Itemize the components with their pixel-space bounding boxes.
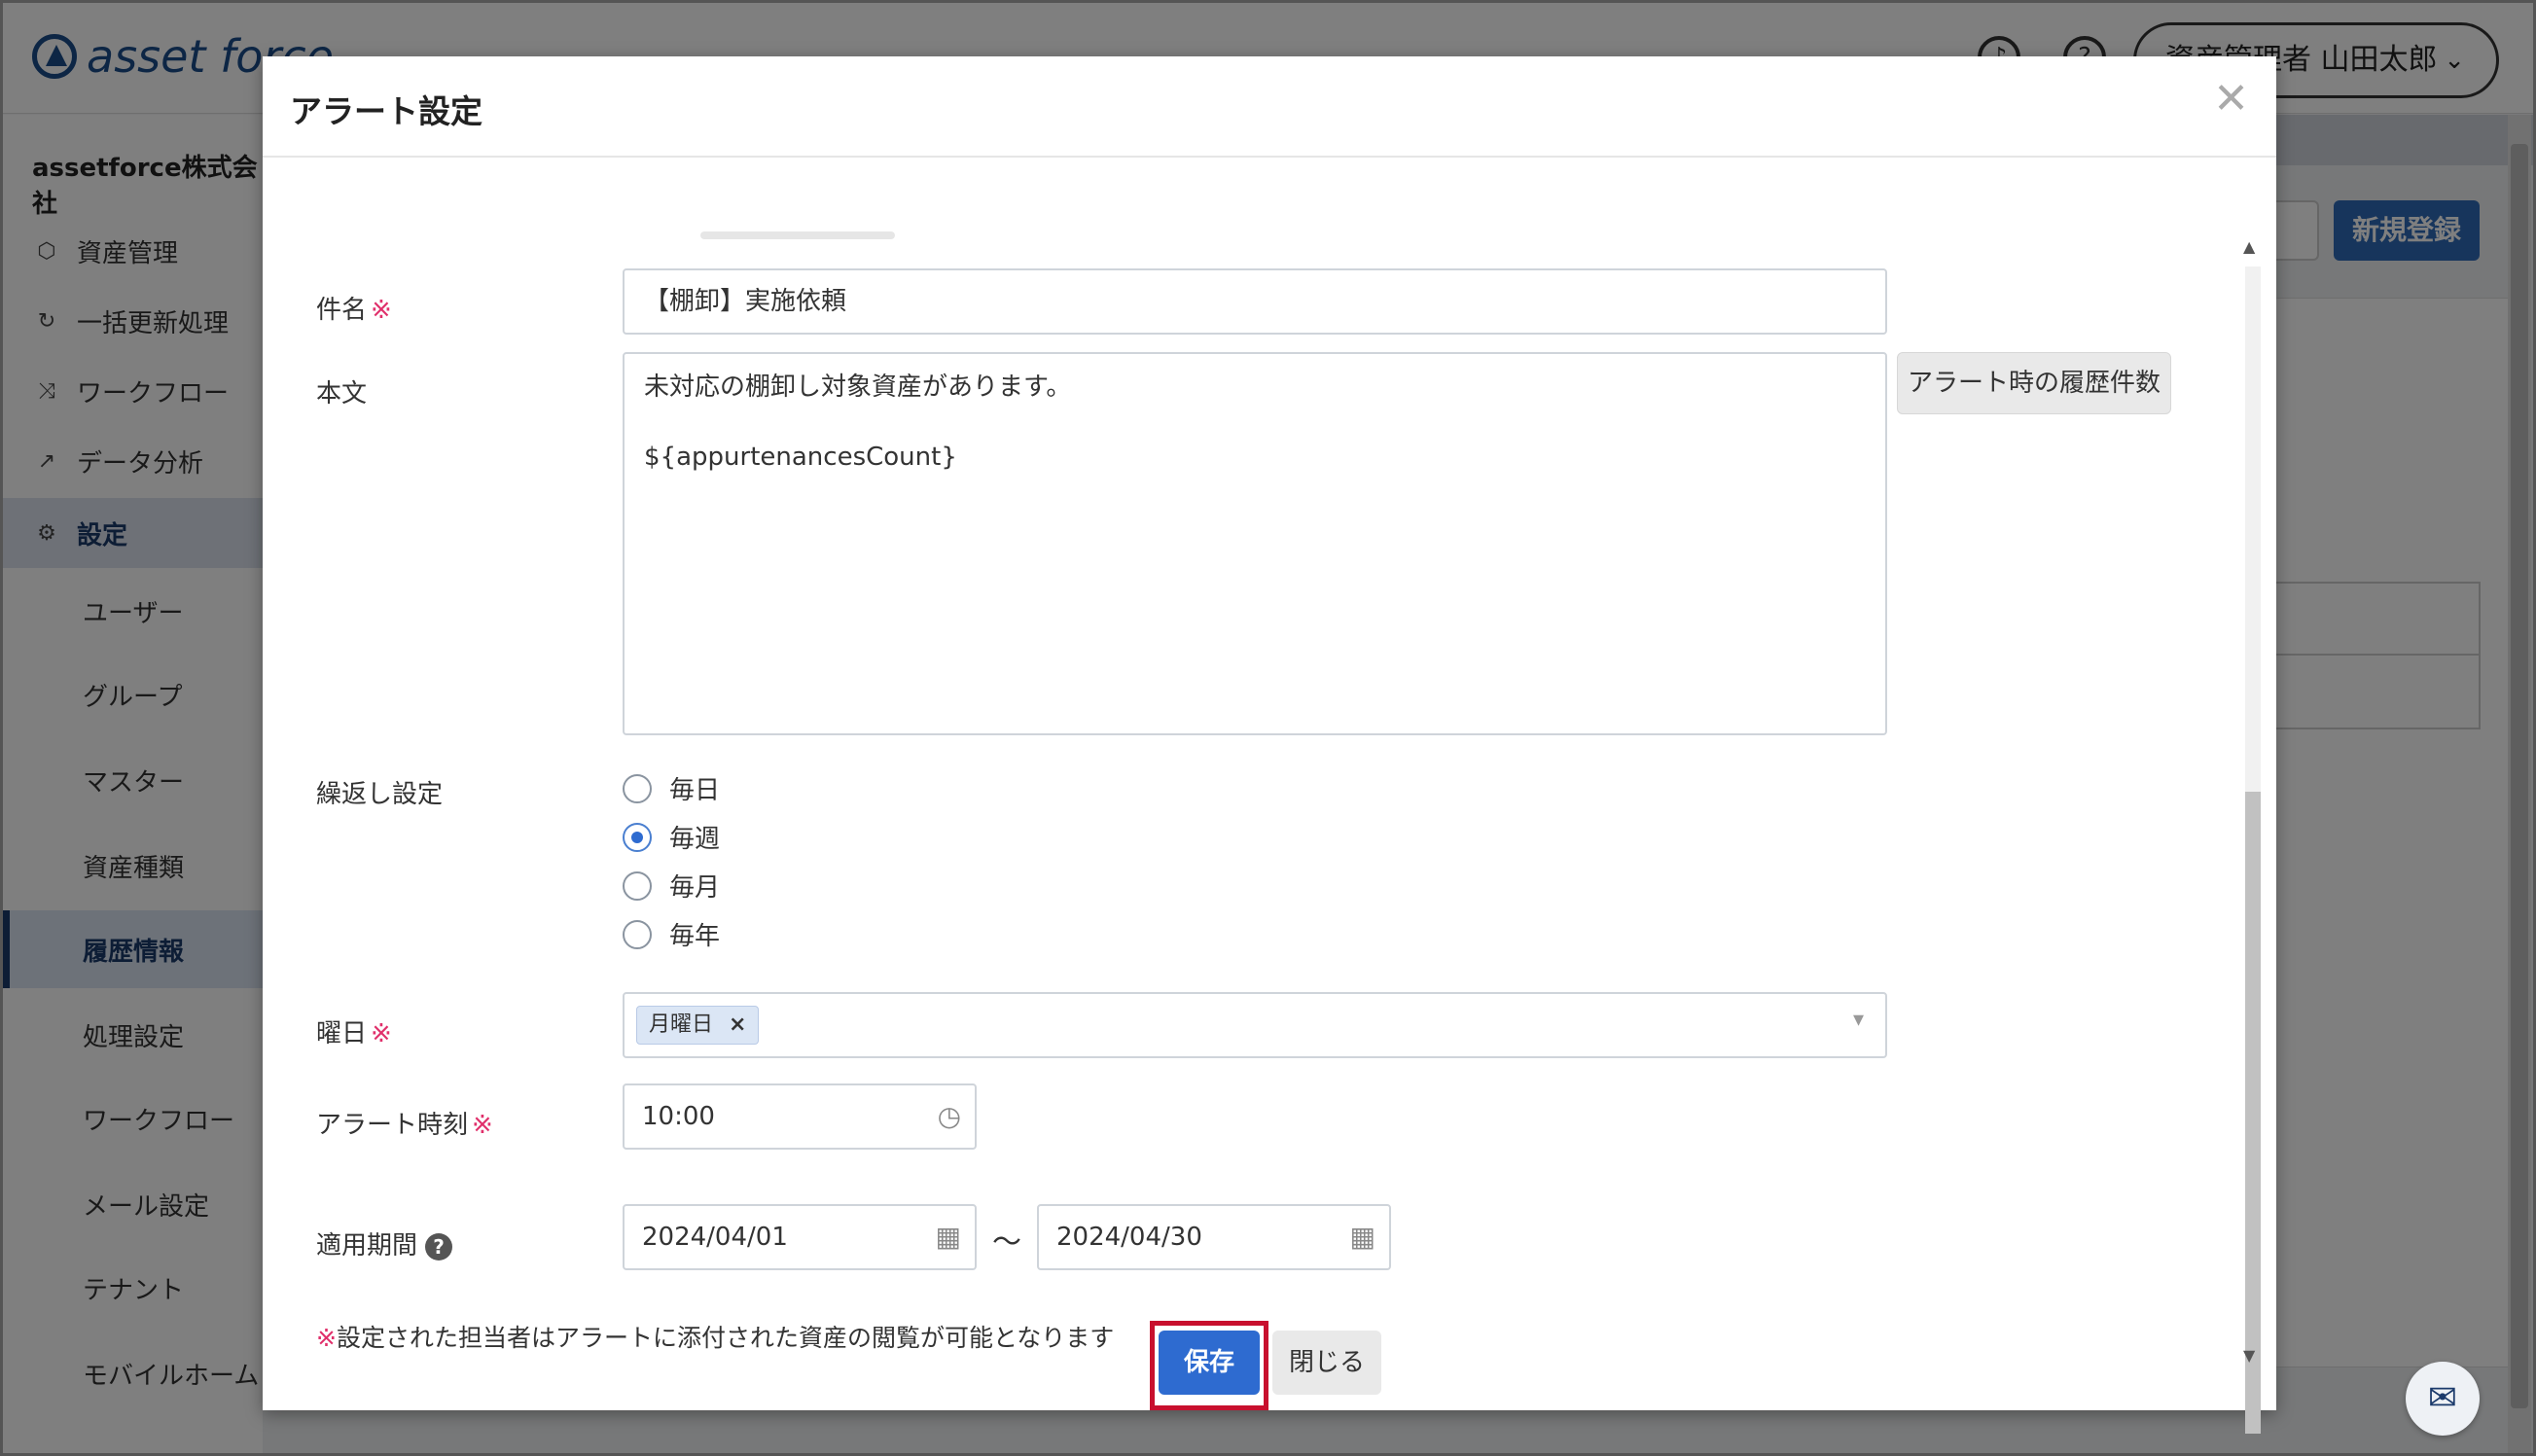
radio-checked[interactable] [623,822,652,852]
weekday-select[interactable]: 月曜日 × ▾ [623,992,1887,1058]
radio-unchecked[interactable] [623,870,652,901]
chat-icon[interactable]: ✉ [2406,1362,2480,1436]
required-mark: ※ [371,1019,392,1048]
radio-unchecked[interactable] [623,773,652,803]
repeat-option-yearly[interactable]: 毎年 [623,916,720,952]
history-count-button[interactable]: アラート時の履歴件数 [1897,352,2171,414]
period-label: 適用期間? [316,1225,453,1261]
required-mark: ※ [371,296,392,325]
close-icon[interactable]: ✕ [2213,78,2249,121]
period-start-value: 2024/04/01 [642,1223,788,1252]
modal-header: アラート設定 ✕ [263,56,2276,158]
subject-input[interactable]: 【棚卸】実施依頼 [623,268,1887,335]
subject-label: 件名 ※ [316,290,392,326]
modal-footer: 保存 閉じる [263,1321,2276,1410]
body-textarea[interactable]: 未対応の棚卸し対象資産があります。 ${appurtenancesCount} [623,352,1887,735]
repeat-option-label: 毎月 [669,873,721,903]
calendar-icon[interactable]: ▦ [1350,1206,1375,1268]
period-end-value: 2024/04/30 [1056,1223,1202,1252]
period-label-text: 適用期間 [316,1231,418,1261]
save-button[interactable]: 保存 [1159,1331,1260,1395]
weekday-chip-label: 月曜日 [649,1012,714,1037]
period-separator: 〜 [992,1225,1021,1260]
alert-time-label-text: アラート時刻 [316,1111,469,1140]
alert-time-input[interactable]: 10:00 ◷ [623,1083,977,1150]
alert-settings-modal: アラート設定 ✕ ▲ ▼ 件名 ※ 【棚卸】実施依頼 本文 未対応の棚卸し対象資産… [263,56,2276,1434]
period-end-input[interactable]: 2024/04/30 ▦ [1037,1204,1391,1270]
required-mark: ※ [472,1111,493,1140]
repeat-label: 繰返し設定 [316,780,444,809]
repeat-option-daily[interactable]: 毎日 [623,770,720,806]
modal-body: ▲ ▼ 件名 ※ 【棚卸】実施依頼 本文 未対応の棚卸し対象資産があります。 ${… [263,158,2276,1434]
close-button[interactable]: 閉じる [1272,1331,1381,1395]
period-start-input[interactable]: 2024/04/01 ▦ [623,1204,977,1270]
repeat-option-label: 毎年 [669,922,721,951]
scroll-up-icon[interactable]: ▲ [2243,237,2255,256]
weekday-label-text: 曜日 [316,1019,368,1048]
modal-scrollbar[interactable]: ▲ ▼ [2237,237,2267,1434]
scrolled-element-edge [700,231,895,239]
weekday-label: 曜日 ※ [316,1013,392,1049]
dropdown-caret-icon[interactable]: ▾ [1853,1008,1864,1032]
modal-title: アラート設定 [290,92,482,130]
alert-time-value: 10:00 [642,1102,715,1131]
subject-label-text: 件名 [316,296,368,325]
weekday-chip: 月曜日 × [636,1006,760,1045]
repeat-option-label: 毎週 [669,825,721,854]
repeat-option-monthly[interactable]: 毎月 [623,868,720,904]
chip-remove-icon[interactable]: × [729,1007,746,1044]
alert-time-label: アラート時刻 ※ [316,1105,493,1141]
repeat-option-label: 毎日 [669,776,721,805]
body-label: 本文 [316,379,368,408]
question-circle-icon[interactable]: ? [425,1232,453,1261]
calendar-icon[interactable]: ▦ [936,1206,961,1268]
repeat-option-weekly[interactable]: 毎週 [623,819,720,855]
clock-icon[interactable]: ◷ [938,1085,961,1148]
radio-unchecked[interactable] [623,919,652,949]
